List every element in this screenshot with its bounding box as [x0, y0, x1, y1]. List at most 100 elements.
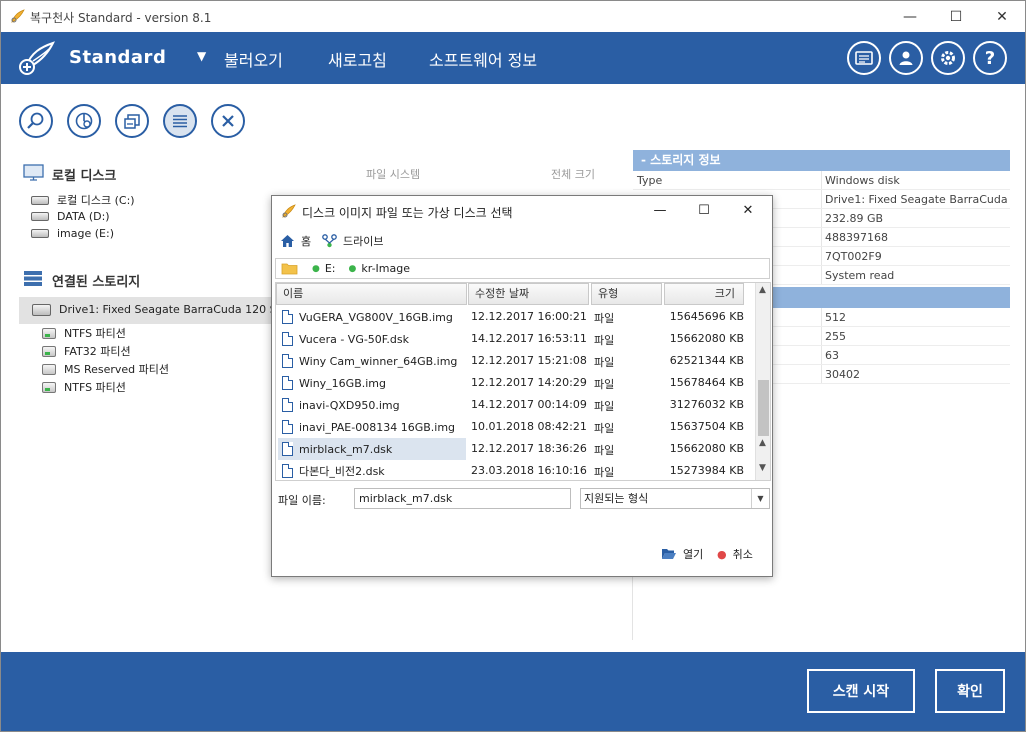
info-value: 232.89 GB: [825, 212, 884, 225]
cancel-label: 취소: [732, 548, 753, 561]
breadcrumb-separator-icon: ●: [312, 263, 320, 274]
user-icon[interactable]: [889, 41, 923, 75]
disk-analysis-icon[interactable]: [67, 104, 101, 138]
help-icon[interactable]: ?: [973, 41, 1007, 75]
file-row[interactable]: Winy_16GB.img 12.12.2017 14:20:29 파일 156…: [276, 372, 754, 394]
tree-item-local-disk-c[interactable]: 로컬 디스크 (C:): [31, 192, 135, 208]
header-bar: Standard ▼ 불러오기 새로고침 소프트웨어 정보 ?: [1, 32, 1025, 84]
file-row-selected[interactable]: mirblack_m7.dsk 12.12.2017 18:36:26 파일 1…: [276, 438, 754, 460]
dialog-close-button[interactable]: ✕: [726, 196, 770, 225]
total-size-column-header: 전체 크기: [551, 168, 595, 181]
vertical-scrollbar[interactable]: ▲ ▲ ▼: [755, 283, 770, 480]
maximize-button[interactable]: ☐: [933, 1, 979, 32]
window-title: 복구천사 Standard - version 8.1: [30, 11, 212, 25]
file-row[interactable]: 다본다_비전2.dsk 23.03.2018 16:10:16 파일 15273…: [276, 460, 754, 480]
partition-label: FAT32 파티션: [64, 345, 131, 358]
file-date: 12.12.2017 14:20:29: [471, 376, 587, 389]
info-row: Type Windows disk: [633, 171, 1010, 190]
drives-nav-button[interactable]: 드라이브: [322, 233, 383, 249]
file-type: 파일: [594, 334, 615, 347]
file-icon: [282, 332, 293, 346]
info-value: 30402: [825, 368, 860, 381]
open-button[interactable]: 열기: [661, 546, 703, 562]
file-name: inavi-QXD950.img: [299, 398, 400, 412]
column-header-size[interactable]: 크기: [664, 283, 744, 305]
folder-icon: [281, 263, 298, 275]
file-name: VuGERA_VG800V_16GB.img: [299, 310, 453, 324]
file-icon: [282, 354, 293, 368]
info-value: 512: [825, 311, 846, 324]
register-card-icon[interactable]: [847, 41, 881, 75]
file-name: 다본다_비전2.dsk: [299, 465, 385, 478]
file-date: 12.12.2017 18:36:26: [471, 442, 587, 455]
info-value: 63: [825, 349, 839, 362]
tree-item-label: DATA (D:): [57, 210, 110, 223]
scrollbar-thumb[interactable]: [758, 380, 769, 436]
home-icon: [281, 235, 294, 247]
tree-item-data-d[interactable]: DATA (D:): [31, 210, 110, 223]
home-nav-button[interactable]: 홈: [280, 233, 311, 249]
app-logo-icon: [282, 204, 296, 218]
partition-icon: [42, 327, 56, 339]
open-label: 열기: [683, 548, 704, 561]
list-view-icon[interactable]: [163, 104, 197, 138]
open-folder-icon: [662, 549, 676, 559]
brand-label: Standard: [69, 47, 167, 68]
file-name: Vucera - VG-50F.dsk: [299, 332, 409, 346]
column-header-modified[interactable]: 수정한 날짜: [468, 283, 589, 305]
file-row[interactable]: inavi_PAE-008134 16GB.img 10.01.2018 08:…: [276, 416, 754, 438]
hard-disk-icon: [31, 212, 49, 221]
tree-item-drive1[interactable]: Drive1: Fixed Seagate BarraCuda 120 SSD: [32, 303, 274, 316]
search-icon[interactable]: [19, 104, 53, 138]
file-size: 15645696 KB: [669, 310, 744, 323]
cancel-x-icon[interactable]: [211, 104, 245, 138]
ok-button[interactable]: 확인: [935, 669, 1005, 713]
file-icon: [282, 376, 293, 390]
file-row[interactable]: Winy Cam_winner_64GB.img 12.12.2017 15:2…: [276, 350, 754, 372]
tree-item-partition-ntfs-2[interactable]: NTFS 파티션: [42, 379, 126, 395]
dialog-title-bar: 디스크 이미지 파일 또는 가상 디스크 선택 — ☐ ✕: [272, 196, 772, 225]
gear-icon[interactable]: [931, 41, 965, 75]
breadcrumb-drive[interactable]: E:: [325, 262, 336, 275]
tree-item-partition-fat32[interactable]: FAT32 파티션: [42, 343, 131, 359]
file-type-filter-select[interactable]: 지원되는 형식 ▼: [580, 488, 770, 509]
tree-item-image-e[interactable]: image (E:): [31, 227, 114, 240]
tree-item-partition-ntfs-1[interactable]: NTFS 파티션: [42, 325, 126, 341]
app-logo-icon: [11, 9, 25, 23]
file-row[interactable]: inavi-QXD950.img 14.12.2017 00:14:09 파일 …: [276, 394, 754, 416]
dialog-maximize-button[interactable]: ☐: [682, 196, 726, 225]
brand-dropdown-arrow[interactable]: ▼: [197, 49, 206, 63]
storage-info-header[interactable]: - 스토리지 정보: [633, 150, 1010, 171]
file-row[interactable]: Vucera - VG-50F.dsk 14.12.2017 16:53:11 …: [276, 328, 754, 350]
tree-item-partition-ms-reserved[interactable]: MS Reserved 파티션: [42, 361, 169, 377]
menu-software-info[interactable]: 소프트웨어 정보: [429, 47, 537, 71]
tree-item-label: image (E:): [57, 227, 114, 240]
menu-refresh[interactable]: 새로고침: [328, 47, 387, 71]
network-drives-icon: [322, 234, 337, 248]
dialog-minimize-button[interactable]: —: [638, 196, 682, 225]
scroll-down-arrow-icon[interactable]: ▼: [759, 463, 766, 473]
file-size: 31276032 KB: [669, 398, 744, 411]
cancel-button[interactable]: ● 취소: [717, 546, 753, 562]
minimize-button[interactable]: —: [887, 1, 933, 32]
image-file-icon[interactable]: [115, 104, 149, 138]
close-button[interactable]: ✕: [979, 1, 1025, 32]
info-value: 488397168: [825, 231, 888, 244]
breadcrumb-separator-icon: ●: [348, 263, 357, 274]
column-header-name[interactable]: 이름: [276, 283, 467, 305]
menu-load[interactable]: 불러오기: [224, 47, 283, 71]
angel-wing-plus-icon: [19, 41, 55, 75]
scan-start-button[interactable]: 스캔 시작: [807, 669, 915, 713]
drive-label: Drive1: Fixed Seagate BarraCuda 120 SSD: [59, 303, 274, 316]
filename-input[interactable]: [354, 488, 571, 509]
chevron-down-icon[interactable]: ▼: [751, 489, 769, 508]
info-value: System read: [825, 269, 895, 282]
dialog-title: 디스크 이미지 파일 또는 가상 디스크 선택: [302, 206, 513, 220]
scroll-up-arrow-icon[interactable]: ▲: [759, 438, 766, 448]
file-size: 15273984 KB: [669, 464, 744, 477]
breadcrumb-folder[interactable]: kr-Image: [361, 262, 410, 275]
path-breadcrumb[interactable]: ● E: ● kr-Image: [275, 258, 770, 279]
column-header-type[interactable]: 유형: [591, 283, 662, 305]
scroll-up-arrow-icon[interactable]: ▲: [759, 285, 766, 295]
file-row[interactable]: VuGERA_VG800V_16GB.img 12.12.2017 16:00:…: [276, 306, 754, 328]
